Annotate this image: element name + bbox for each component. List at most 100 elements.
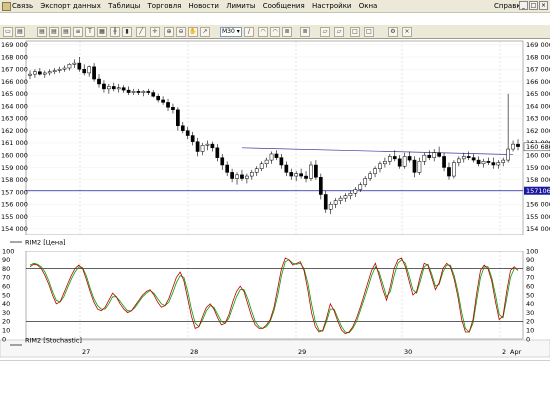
price-tick-label-left: 169 000	[1, 41, 28, 49]
stoch-tick-label-left: 10	[2, 327, 10, 335]
legend-strip	[0, 235, 550, 251]
price-tick-label-right: 158 000	[526, 176, 550, 184]
candle	[299, 173, 303, 177]
chart-icon[interactable]: ▤	[61, 27, 71, 37]
menu-item-connection[interactable]: Связь	[12, 2, 33, 10]
stoch-tick-label-right: 100	[526, 247, 538, 255]
price-tick-label-right: 155 000	[526, 213, 550, 221]
candle	[461, 156, 466, 160]
fib-icon[interactable]: ≣	[300, 27, 310, 37]
candle	[210, 143, 215, 149]
crosshair-icon[interactable]: ✛	[150, 27, 160, 37]
settings-icon[interactable]: ⚙	[388, 27, 398, 37]
restore-icon[interactable]: □	[529, 1, 538, 10]
channel-icon[interactable]: ▱	[334, 27, 344, 37]
candle	[185, 130, 190, 136]
candle	[304, 175, 308, 179]
hand-icon[interactable]: ✋	[188, 27, 198, 37]
menu-items: Связь Экспорт данных Таблицы Торговля Но…	[12, 2, 382, 10]
close-icon[interactable]: ×	[402, 27, 412, 37]
candle	[338, 197, 343, 201]
candle	[422, 154, 427, 162]
menu-item-settings[interactable]: Настройки	[312, 2, 352, 10]
candle	[348, 193, 353, 196]
window-controls: _ □ ×	[518, 1, 548, 12]
candle	[111, 86, 116, 90]
stoch-tick-label-left: 30	[2, 309, 10, 317]
fib-icon[interactable]: ≣	[282, 27, 292, 37]
stoch-tick-label-left: 20	[2, 318, 10, 326]
candle	[417, 161, 422, 173]
candle	[47, 71, 52, 74]
candle	[215, 147, 220, 158]
minimize-icon[interactable]: _	[519, 1, 528, 10]
candle	[309, 164, 313, 179]
stoch-tick-label-left: 40	[2, 300, 10, 308]
candle	[176, 109, 180, 126]
chart-area[interactable]: 169 000 169 000 168 000 168 000 167 000 167 0…	[0, 39, 550, 359]
menu-item-limits[interactable]: Лимиты	[226, 2, 255, 10]
price-tick-label-right: 168 000	[526, 53, 550, 61]
stoch-tick-label-right: 30	[526, 309, 534, 317]
grid-icon[interactable]: ▦	[97, 27, 107, 37]
window-icon[interactable]: ▭	[3, 27, 13, 37]
menu-item-news[interactable]: Новости	[189, 2, 219, 10]
candle	[87, 66, 92, 74]
menu-item-export[interactable]: Экспорт данных	[40, 2, 101, 10]
candle	[314, 164, 318, 178]
candle	[506, 148, 510, 161]
arc-icon[interactable]: ◠	[270, 27, 280, 37]
price-tick-label-left: 157 000	[1, 188, 28, 196]
candle	[412, 159, 417, 173]
menu-item-windows[interactable]: Окна	[359, 2, 378, 10]
chart-icon[interactable]: ▤	[37, 27, 47, 37]
arrow-icon[interactable]: ↗	[200, 27, 210, 37]
menu-item-messages[interactable]: Сообщения	[263, 2, 305, 10]
price-tick-label-left: 165 000	[1, 90, 28, 98]
candle	[180, 125, 185, 131]
x-axis-label: 28	[190, 348, 198, 356]
candle	[501, 159, 506, 163]
text-icon[interactable]: T	[85, 27, 95, 37]
box-icon[interactable]: □	[350, 27, 360, 37]
close-icon[interactable]: ×	[539, 1, 548, 10]
bar-chart-icon[interactable]: ╫	[110, 27, 120, 37]
price-tick-label-right: 167 000	[526, 66, 550, 74]
arc-icon[interactable]: ◠	[258, 27, 268, 37]
price-panel	[25, 40, 524, 236]
candle	[166, 102, 170, 108]
line-icon[interactable]: ╱	[136, 27, 146, 37]
chart-icon[interactable]: ▤	[15, 27, 25, 37]
candle	[496, 162, 501, 166]
price-tick-label-right: 160 000	[526, 151, 550, 159]
timeframe-select[interactable]: M30 ▾	[220, 27, 242, 37]
menu-item-tables[interactable]: Таблицы	[108, 2, 140, 10]
app-icon[interactable]	[2, 2, 11, 11]
candle-icon[interactable]: ▮	[122, 27, 132, 37]
candle	[52, 70, 57, 72]
price-tick-label-right: 164 000	[526, 102, 550, 110]
candle	[146, 91, 151, 93]
x-axis-label: 27	[82, 348, 90, 356]
zoom-in-icon[interactable]: ⊕	[164, 27, 174, 37]
candle	[392, 156, 397, 160]
document-icon[interactable]: ≡	[73, 27, 83, 37]
candle	[466, 156, 471, 158]
candle	[333, 200, 338, 205]
status-area	[0, 360, 550, 413]
candle	[481, 161, 486, 165]
price-legend-label: RIM2 [Цена]	[25, 239, 66, 247]
candle	[33, 71, 37, 75]
menu-item-trading[interactable]: Торговля	[148, 2, 182, 10]
zoom-out-icon[interactable]: ⊖	[176, 27, 186, 37]
channel-icon[interactable]: ▱	[320, 27, 330, 37]
candle	[471, 157, 476, 161]
candle	[264, 159, 269, 165]
x-axis-label: 2	[502, 348, 506, 356]
line-draw-icon[interactable]: /	[244, 27, 254, 37]
box-icon[interactable]: □	[364, 27, 374, 37]
chart-icon[interactable]: ▤	[49, 27, 59, 37]
candle	[200, 145, 205, 152]
price-tick-label-left: 162 000	[1, 127, 28, 135]
chart-canvas[interactable]: 169 000 169 000 168 000 168 000 167 000 167 0…	[0, 39, 550, 359]
